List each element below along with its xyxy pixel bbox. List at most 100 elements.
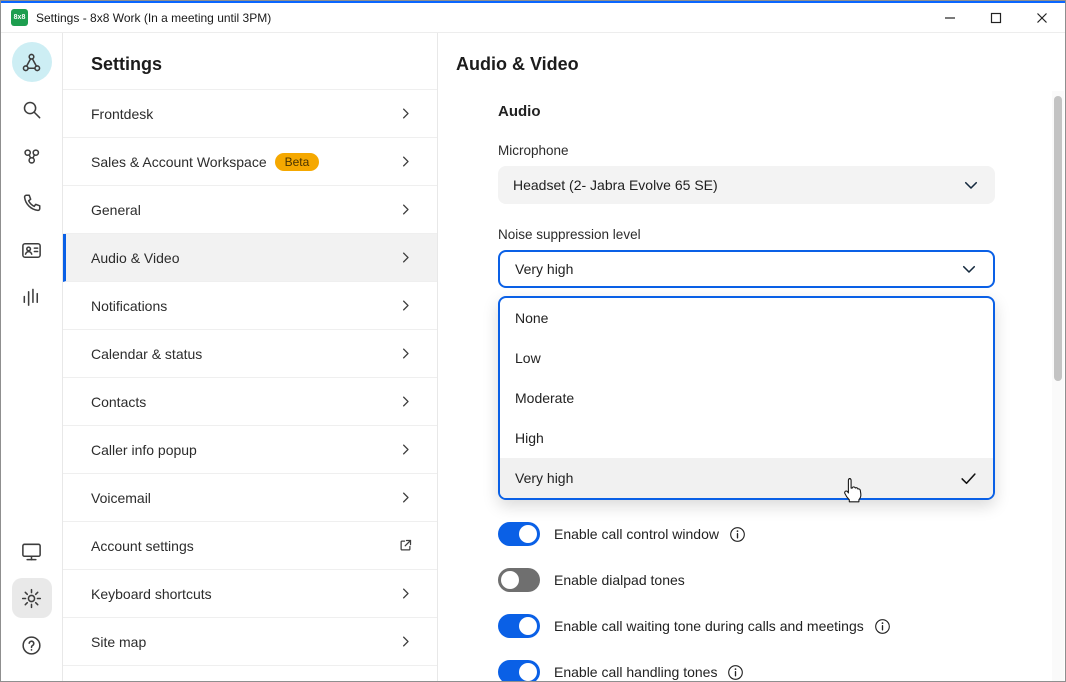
sidebar-item-keyboard-shortcuts[interactable]: Keyboard shortcuts [63, 570, 437, 618]
settings-nav: Settings Frontdesk Sales & Account Works… [63, 33, 438, 681]
beta-badge: Beta [274, 152, 320, 171]
equalizer-icon [23, 288, 39, 306]
nav-item-label: Account settings [91, 537, 194, 554]
chevron-right-icon [403, 492, 409, 503]
rail-item-workspace[interactable] [11, 42, 52, 82]
nav-item-label: Sales & Account Workspace [91, 153, 267, 170]
toggle-label: Enable call control window [554, 526, 719, 542]
microphone-label: Microphone [498, 143, 569, 158]
sidebar-item-notifications[interactable]: Notifications [63, 282, 437, 330]
chevron-right-icon [403, 396, 409, 407]
chevron-right-icon [403, 156, 409, 167]
toggle-knob [519, 663, 537, 681]
menu-option-none[interactable]: None [500, 298, 993, 338]
nav-item-label: Keyboard shortcuts [91, 585, 212, 602]
noise-suppression-dropdown-menu: None Low Moderate High Very high [498, 296, 995, 500]
rail-item-contact-card[interactable] [12, 230, 52, 270]
window-title: Settings - 8x8 Work (In a meeting until … [36, 10, 272, 25]
titlebar[interactable]: 8x8 Settings - 8x8 Work (In a meeting un… [1, 3, 1065, 33]
chevron-right-icon [403, 300, 409, 311]
microphone-select-value: Headset (2- Jabra Evolve 65 SE) [513, 177, 718, 193]
toggle-dialpad-tones[interactable] [498, 568, 540, 592]
close-icon [1037, 12, 1047, 23]
setting-row-call-control: Enable call control window [498, 522, 995, 546]
content-scrollbar[interactable] [1052, 91, 1064, 681]
menu-option-very-high[interactable]: Very high [500, 458, 993, 498]
toggle-call-control-window[interactable] [498, 522, 540, 546]
help-icon [22, 635, 41, 655]
toggle-knob [501, 571, 519, 589]
chevron-right-icon [403, 444, 409, 455]
menu-option-high[interactable]: High [500, 418, 993, 458]
contact-card-icon [22, 242, 41, 258]
nav-item-label: Site map [91, 633, 147, 650]
chevron-right-icon [403, 252, 409, 263]
chevron-right-icon [403, 108, 409, 119]
checkmark-icon [961, 472, 976, 484]
chevron-right-icon [403, 636, 409, 647]
rail-item-people[interactable] [12, 136, 52, 176]
sidebar-item-caller-info-popup[interactable]: Caller info popup [63, 426, 437, 474]
people-icon [24, 148, 40, 164]
noise-suppression-label: Noise suppression level [498, 227, 641, 242]
toggle-label: Enable call handling tones [554, 664, 718, 680]
sidebar-item-calendar-status[interactable]: Calendar & status [63, 330, 437, 378]
nav-item-label: Frontdesk [91, 105, 154, 122]
rail-item-calls[interactable] [12, 183, 52, 223]
audio-section-title: Audio [498, 103, 541, 120]
close-button[interactable] [1019, 3, 1065, 33]
sidebar-item-audio-video[interactable]: Audio & Video [63, 234, 437, 282]
option-label: Moderate [515, 390, 575, 406]
info-icon[interactable] [873, 617, 892, 636]
icon-rail [1, 33, 63, 681]
rail-item-settings[interactable] [11, 578, 52, 618]
sidebar-item-voicemail[interactable]: Voicemail [63, 474, 437, 522]
toggle-call-handling-tones[interactable] [498, 660, 540, 681]
monitor-icon [22, 543, 41, 560]
sidebar-item-sales-account-workspace[interactable]: Sales & Account Workspace Beta [63, 138, 437, 186]
sidebar-item-account-settings[interactable]: Account settings [63, 522, 437, 570]
page-title: Audio & Video [456, 54, 579, 74]
app-window: 8x8 Settings - 8x8 Work (In a meeting un… [0, 0, 1066, 682]
minimize-button[interactable] [927, 3, 973, 33]
external-link-icon [400, 539, 412, 551]
info-icon[interactable] [726, 663, 745, 682]
sidebar-item-site-map[interactable]: Site map [63, 618, 437, 666]
setting-row-call-handling-tones: Enable call handling tones [498, 660, 995, 682]
menu-option-moderate[interactable]: Moderate [500, 378, 993, 418]
chevron-right-icon [403, 348, 409, 359]
nav-item-label: Calendar & status [91, 345, 203, 362]
nav-item-label: Notifications [91, 297, 168, 314]
workspace-icon [22, 53, 41, 71]
chevron-right-icon [403, 588, 409, 599]
nav-item-label: Contacts [91, 393, 147, 410]
option-label: Very high [515, 470, 574, 486]
sidebar-item-contacts[interactable]: Contacts [63, 378, 437, 426]
info-icon[interactable] [728, 525, 747, 544]
toggle-call-waiting-tone[interactable] [498, 614, 540, 638]
scrollbar-thumb[interactable] [1054, 96, 1062, 381]
settings-gear-icon [21, 588, 42, 608]
search-icon [23, 101, 41, 118]
noise-suppression-select[interactable]: Very high [498, 250, 995, 288]
microphone-select[interactable]: Headset (2- Jabra Evolve 65 SE) [498, 166, 995, 204]
window-controls [927, 3, 1065, 33]
menu-option-low[interactable]: Low [500, 338, 993, 378]
rail-item-desktop[interactable] [12, 531, 52, 571]
setting-row-call-waiting-tone: Enable call waiting tone during calls an… [498, 614, 995, 638]
nav-item-label: Caller info popup [91, 441, 197, 458]
settings-nav-title: Settings [63, 33, 437, 90]
rail-item-search[interactable] [12, 89, 52, 129]
option-label: None [515, 310, 549, 326]
toggle-knob [519, 617, 537, 635]
setting-row-dialpad-tones: Enable dialpad tones [498, 568, 995, 592]
chevron-right-icon [403, 204, 409, 215]
maximize-button[interactable] [973, 3, 1019, 33]
app-logo: 8x8 [11, 9, 28, 26]
toggle-knob [519, 525, 537, 543]
sidebar-item-frontdesk[interactable]: Frontdesk [63, 90, 437, 138]
option-label: Low [515, 350, 541, 366]
sidebar-item-general[interactable]: General [63, 186, 437, 234]
rail-item-voicemail[interactable] [12, 277, 52, 317]
rail-item-help[interactable] [12, 625, 52, 665]
